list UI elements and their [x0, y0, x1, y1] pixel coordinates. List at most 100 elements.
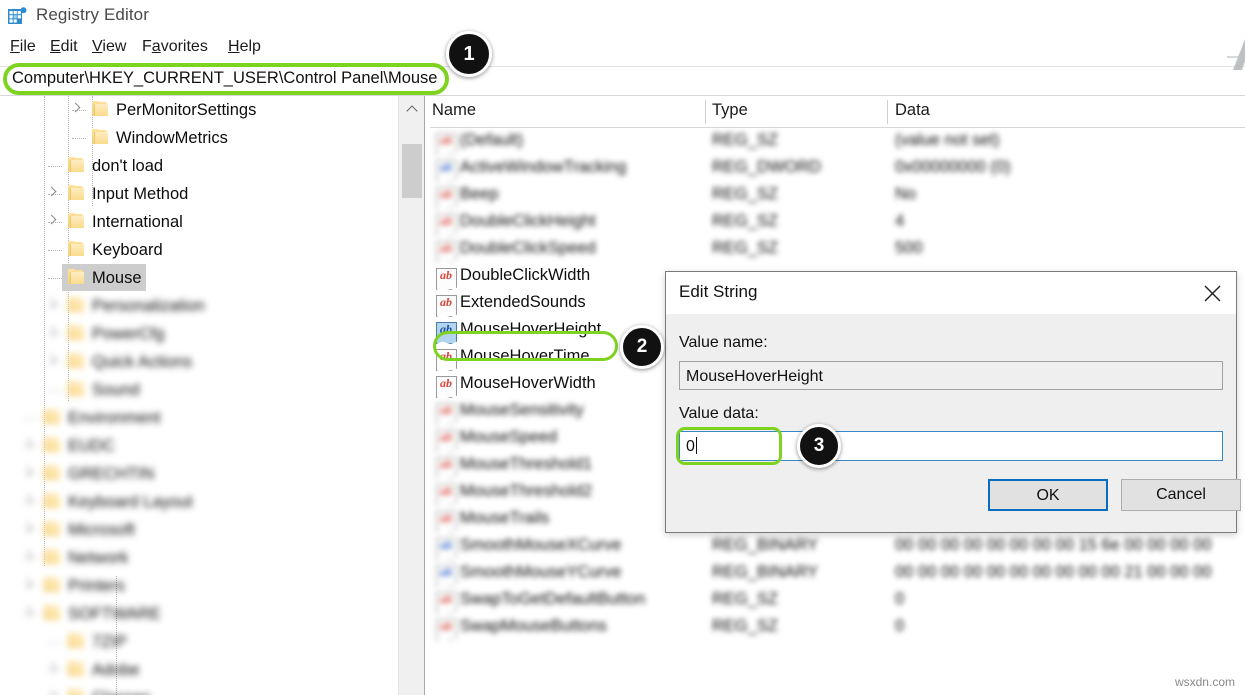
tree-scrollbar[interactable] [398, 96, 425, 695]
tree-item-keyboard[interactable]: Keyboard [0, 236, 398, 264]
tree-item-environment[interactable]: Environment [0, 404, 398, 432]
tree-item-label: Adobe [92, 661, 140, 679]
string-value-icon: ab [436, 430, 457, 452]
table-row[interactable]: ab SmoothMouseXCurve REG_BINARY 00 00 00 00… [430, 534, 1245, 561]
cell-data: 0x00000000 (0) [895, 158, 1011, 176]
column-header-type[interactable]: Type [712, 101, 748, 120]
tree-item-label: 7ZIP [92, 633, 127, 651]
string-value-icon: ab [436, 133, 457, 155]
chevron-right-icon[interactable] [22, 579, 33, 591]
tree-item-powercfg[interactable]: PowerCfg [0, 320, 398, 348]
table-row[interactable]: ab DoubleClickSpeed REG_SZ 500 [430, 237, 1245, 264]
tree-item-microsoft[interactable]: Microsoft [0, 516, 398, 544]
menu-file[interactable]: File [8, 36, 38, 58]
tree-item-label: Keyboard Layout [68, 493, 193, 511]
column-header-data[interactable]: Data [895, 101, 930, 120]
folder-icon [68, 325, 84, 341]
table-row[interactable]: ab SwapMouseButtons REG_SZ 0 [430, 615, 1245, 642]
tree-item-label: PowerCfg [92, 325, 165, 343]
column-header-name[interactable]: Name [432, 101, 476, 120]
tree-scrollbar-thumb[interactable] [402, 144, 422, 198]
cell-name: SwapToGetDefaultButton [460, 590, 646, 608]
tree-item-input-method[interactable]: Input Method [0, 180, 398, 208]
chevron-right-icon[interactable] [46, 215, 57, 227]
table-row[interactable]: ab ActiveWindowTracking REG_DWORD 0x0000000… [430, 156, 1245, 183]
tree-item-mouse[interactable]: Mouse [0, 264, 398, 292]
table-row[interactable]: ab (Default) REG_SZ (value not set) [430, 129, 1245, 156]
menu-view[interactable]: View [90, 36, 128, 58]
chevron-right-icon[interactable] [22, 495, 33, 507]
cell-name: MouseHoverTime [460, 347, 590, 365]
chevron-right-icon[interactable] [22, 439, 33, 451]
folder-icon [44, 605, 60, 621]
tree-item-sound[interactable]: Sound [0, 376, 398, 404]
chevron-right-icon[interactable] [46, 663, 57, 675]
tree-item-eudc[interactable]: EUDC [0, 432, 398, 460]
chevron-right-icon[interactable] [46, 691, 57, 695]
chevron-right-icon[interactable] [46, 299, 57, 311]
cell-name: DoubleClickHeight [460, 212, 596, 230]
tree-guide-line [48, 390, 62, 391]
tree-item-keyboard-layout[interactable]: Keyboard Layout [0, 488, 398, 516]
value-name-field[interactable]: MouseHoverHeight [679, 361, 1223, 390]
tree-item-windowmetrics[interactable]: WindowMetrics [0, 124, 398, 152]
menu-edit[interactable]: Edit [48, 36, 80, 58]
menu-favorites[interactable]: Favorites [140, 36, 210, 58]
tree-item-personalization[interactable]: Personalization [0, 292, 398, 320]
column-divider[interactable] [705, 100, 706, 124]
folder-icon [68, 185, 84, 201]
chevron-right-icon[interactable] [46, 327, 57, 339]
table-row[interactable]: ab SwapToGetDefaultButton REG_SZ 0 [430, 588, 1245, 615]
tree-item-label: Quick Actions [92, 353, 192, 371]
tree-item-label: Personalization [92, 297, 205, 315]
chevron-right-icon[interactable] [22, 551, 33, 563]
tree-item-7zip[interactable]: 7ZIP [0, 628, 398, 656]
close-icon[interactable] [1190, 272, 1236, 314]
cell-name: SwapMouseButtons [460, 617, 607, 635]
cancel-button[interactable]: Cancel [1121, 479, 1241, 511]
menu-help[interactable]: Help [226, 36, 263, 58]
chevron-right-icon[interactable] [22, 523, 33, 535]
tree-item-label: PerMonitorSettings [116, 101, 257, 119]
string-value-icon: ab [436, 241, 457, 263]
chevron-right-icon[interactable] [46, 355, 57, 367]
column-divider[interactable] [887, 100, 888, 124]
tree-item-adobe[interactable]: Adobe [0, 656, 398, 684]
value-data-field[interactable]: 0 [679, 431, 1223, 461]
tree-item-network[interactable]: Network [0, 544, 398, 572]
tree-item-label: don't load [92, 157, 164, 175]
chevron-right-icon[interactable] [70, 103, 81, 115]
tree-item-quick-actions[interactable]: Quick Actions [0, 348, 398, 376]
tree-item-label: Input Method [92, 185, 189, 203]
cell-name: ActiveWindowTracking [460, 158, 627, 176]
tree-item-international[interactable]: International [0, 208, 398, 236]
edit-string-dialog: Edit String Value name: MouseHoverHeight… [665, 271, 1241, 533]
value-name-text: MouseHoverHeight [686, 368, 823, 385]
chevron-right-icon[interactable] [22, 467, 33, 479]
table-row[interactable]: ab Beep REG_SZ No [430, 183, 1245, 210]
string-value-icon: ab [436, 268, 457, 290]
tree-item-label: Keyboard [92, 241, 163, 259]
chevron-right-icon[interactable] [22, 607, 33, 619]
string-value-icon: ab [436, 349, 457, 371]
address-path-text: Computer\HKEY_CURRENT_USER\Control Panel… [12, 69, 438, 87]
cell-type: REG_SZ [712, 617, 779, 635]
tree-item-permonitorsettings[interactable]: PerMonitorSettings [0, 96, 398, 124]
ok-button[interactable]: OK [988, 479, 1108, 511]
tree-item-software[interactable]: SOFTWARE [0, 600, 398, 628]
tree-item-printers[interactable]: Printers [0, 572, 398, 600]
tree-item-grechtin[interactable]: GRECHTIN [0, 460, 398, 488]
registry-tree[interactable]: PerMonitorSettings WindowMetrics don't loa… [0, 96, 398, 695]
chevron-up-icon[interactable] [399, 96, 425, 120]
cell-name: MouseSpeed [460, 428, 558, 446]
cell-name: MouseTrails [460, 509, 550, 527]
tree-item-don-t-load[interactable]: don't load [0, 152, 398, 180]
tree-item-label: Network [68, 549, 129, 567]
table-row[interactable]: ab SmoothMouseYCurve REG_BINARY 00 00 00 00… [430, 561, 1245, 588]
table-row[interactable]: ab DoubleClickHeight REG_SZ 4 [430, 210, 1245, 237]
chevron-right-icon[interactable] [46, 187, 57, 199]
tree-item-classes[interactable]: Classes [0, 684, 398, 695]
address-bar[interactable]: Computer\HKEY_CURRENT_USER\Control Panel… [0, 66, 1245, 96]
tree-guide-line [48, 166, 62, 167]
cell-data: 500 [895, 239, 923, 257]
